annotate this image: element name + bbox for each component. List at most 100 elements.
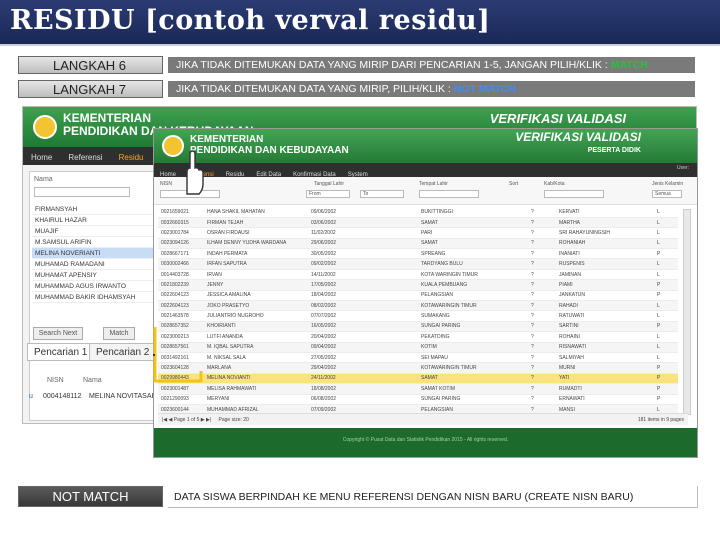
callout-arrow-icon xyxy=(153,327,203,383)
list-item[interactable]: KHAIRUL HAZAR xyxy=(32,215,158,226)
list-item[interactable]: MUHAMMAD BAKIR IDHAMSYAH xyxy=(32,292,158,303)
table-cell: M. NIKSAL SALA xyxy=(204,352,308,364)
table-cell: 27/05/2002 xyxy=(308,352,418,364)
nama-filter-input[interactable] xyxy=(34,187,130,197)
table-cell: KERVATI xyxy=(556,207,654,218)
table-cell: P xyxy=(654,290,678,302)
table-row[interactable]: 0031492161 M. NIKSAL SALA 27/05/2002 SEI MA… xyxy=(158,352,678,364)
table-cell: PARI xyxy=(418,227,528,239)
table-cell: 0023001487 xyxy=(158,383,204,395)
table-row[interactable]: 0023604128 MARLANA 29/04/2002 KOTAWARINGIN … xyxy=(158,362,678,374)
table-cell: P xyxy=(654,373,678,385)
table-cell: LUTFI ANANDA xyxy=(204,331,308,343)
table-scrollbar[interactable] xyxy=(683,209,691,415)
step-6-description: JIKA TIDAK DITEMUKAN DATA YANG MIRIP DAR… xyxy=(168,57,695,73)
list-item-selected[interactable]: MELINA NOVERIANTI xyxy=(32,248,158,259)
table-row[interactable]: 0014403728 IRVAN 14/11/2002 KOTA WARINGIN T… xyxy=(158,269,678,281)
table-cell: SAMAT xyxy=(418,238,528,250)
pagination-controls[interactable]: |◀ ◀ Page 1 of 5 ▶ ▶| xyxy=(162,417,211,423)
table-row-selected[interactable]: 0029980443 MELINA NOVIANTI 24/11/2002 SAMAT… xyxy=(158,373,678,385)
front-app-header: KEMENTERIAN PENDIDIKAN DAN KEBUDAYAAN VE… xyxy=(154,129,697,163)
tab-pencarian-1[interactable]: Pencarian 1 xyxy=(27,343,95,361)
tempat-lahir-input[interactable] xyxy=(419,190,479,198)
table-cell: KOTAWARINGIN TIMUR xyxy=(418,362,528,374)
table-cell: 09/06/2002 xyxy=(308,207,418,218)
list-item[interactable]: MUHAMAD RAMADANI xyxy=(32,259,158,270)
row-checkbox[interactable]: u xyxy=(29,393,43,400)
page-info: 181 items in 9 pages xyxy=(637,417,684,423)
table-cell: 07/07/2002 xyxy=(308,310,418,322)
match-button[interactable]: Match xyxy=(103,327,135,340)
table-cell: INANIATI xyxy=(556,248,654,260)
table-cell: PIAMI xyxy=(556,279,654,291)
search-tabs: Pencarian 1 Pencarian 2 xyxy=(23,343,173,361)
table-cell: IRVAN xyxy=(204,269,308,281)
table-cell: RAHADI xyxy=(556,300,654,312)
table-cell: JENNY xyxy=(204,279,308,291)
back-nav-home[interactable]: Home xyxy=(23,149,60,166)
table-row[interactable]: 0021290093 MERYANI 06/08/2002 SUNGAI PARING… xyxy=(158,394,678,405)
tab-pencarian-2[interactable]: Pencarian 2 xyxy=(89,343,157,361)
table-row[interactable]: 0032660315 FIRMAN TEJAH 03/06/2002 SAMAT? MA… xyxy=(158,217,678,229)
tgl-to-input[interactable]: To xyxy=(360,190,404,198)
table-cell: L xyxy=(654,310,678,322)
table-row[interactable]: 0023000213 LUTFI ANANDA 20/04/2002 PEKATDIN… xyxy=(158,331,678,343)
table-cell: L xyxy=(654,331,678,343)
back-nav-residu[interactable]: Residu xyxy=(111,149,152,166)
table-cell: KOTAWARINGIN TIMUR xyxy=(418,300,528,312)
list-item[interactable]: M.SAMSUL ARIFIN xyxy=(32,237,158,248)
table-cell: YATI xyxy=(556,373,654,385)
table-cell: 0023001784 xyxy=(158,227,204,239)
table-row[interactable]: 0023001487 MELISA RAHMAWATI 18/08/2002 SAMA… xyxy=(158,383,678,395)
table-row[interactable]: 0021463578 JULIANTRIO NUGROHO 07/07/2002 SU… xyxy=(158,310,678,322)
table-row[interactable]: 0030002466 IRFAN SAPUTRA 09/02/2002 TARDYAN… xyxy=(158,258,678,270)
table-row[interactable]: 0022604123 JESSICA AMALINA 18/04/2002 PELAN… xyxy=(158,290,678,302)
table-cell: JESSICA AMALINA xyxy=(204,290,308,302)
table-row[interactable]: 0022604123 JOKO PRASETYO 08/02/2002 KOTAWAR… xyxy=(158,300,678,312)
table-cell: ROHANIAH xyxy=(556,238,654,250)
table-cell: OSRAN FIRDAUSI xyxy=(204,227,308,239)
table-cell: L xyxy=(654,342,678,353)
table-row[interactable]: 0021802239 JENNY 17/05/2002 KUALA PEMBUANG?… xyxy=(158,279,678,291)
copyright-text: Copyright © Pusat Data dan Statistik Pen… xyxy=(342,437,509,443)
jenis-kelamin-select[interactable]: Semua xyxy=(652,190,682,198)
not-match-button[interactable]: NOT MATCH xyxy=(18,486,163,507)
table-cell: MELINA NOVIANTI xyxy=(204,373,308,385)
table-row[interactable]: 0028657561 M. IQBAL SAPUTRA 09/04/2002 KOTI… xyxy=(158,342,678,353)
table-cell: 18/08/2002 xyxy=(308,383,418,395)
front-screenshot: KEMENTERIAN PENDIDIKAN DAN KEBUDAYAAN VE… xyxy=(153,128,698,458)
table-row[interactable]: 0023001784 OSRAN FIRDAUSI 11/02/2002 PARI? S… xyxy=(158,227,678,239)
front-verif-title: VERIFIKASI VALIDASI PESERTA DIDIK xyxy=(515,130,641,155)
back-nav-referensi[interactable]: Referensi xyxy=(60,149,110,166)
page-title: RESIDU [contoh verval residu] xyxy=(10,5,491,36)
list-item[interactable]: MUHAMAT APENSIY xyxy=(32,270,158,281)
table-cell: L xyxy=(654,258,678,270)
tgl-from-input[interactable]: From xyxy=(306,190,350,198)
table-row[interactable]: 0028667171 INDAH PERMATA 30/05/2002 SPREANG… xyxy=(158,248,678,260)
list-item[interactable]: MUHAMMAD AGUS IRWANTO xyxy=(32,281,158,292)
table-cell: ? xyxy=(528,373,556,385)
kab-kota-input[interactable] xyxy=(544,190,604,198)
not-match-description: DATA SISWA BERPINDAH KE MENU REFERENSI D… xyxy=(168,486,698,508)
table-row[interactable]: 0023094126 ILHAM DENNY YUDHA WARDANA 29/06… xyxy=(158,238,678,250)
table-cell: 16/05/2002 xyxy=(308,321,418,333)
table-cell: JAMINAN xyxy=(556,269,654,281)
page-size-select[interactable]: 20 xyxy=(243,417,249,423)
table-cell: P xyxy=(654,321,678,333)
table-cell: RATUWATI xyxy=(556,310,654,322)
table-row[interactable]: 0028657352 KHOIRIANTI 16/05/2002 SUNGAI PAR… xyxy=(158,321,678,333)
list-item[interactable]: FIRMANSYAH xyxy=(32,204,158,215)
table-cell: RISNAWATI xyxy=(556,342,654,353)
back-table-row[interactable]: u 0004148112 MELINA NOVITASARI xyxy=(29,393,159,400)
table-cell: RUMADTI xyxy=(556,383,654,395)
list-item[interactable]: MUAJIF xyxy=(32,226,158,237)
front-footer: Copyright © Pusat Data dan Statistik Pen… xyxy=(154,428,697,457)
not-match-keyword: NOT MATCH xyxy=(453,83,516,95)
table-row[interactable]: 0021659021 HANA SHAKIL MAHATAN 09/06/2002 B… xyxy=(158,207,678,218)
table-cell: 30/05/2002 xyxy=(308,248,418,260)
table-cell: 0021290093 xyxy=(158,394,204,405)
table-cell: 29/06/2002 xyxy=(308,238,418,250)
step-7-description: JIKA TIDAK DITEMUKAN DATA YANG MIRIP, PI… xyxy=(168,81,695,97)
table-cell: 0030002466 xyxy=(158,258,204,270)
search-next-button[interactable]: Search Next xyxy=(33,327,83,340)
